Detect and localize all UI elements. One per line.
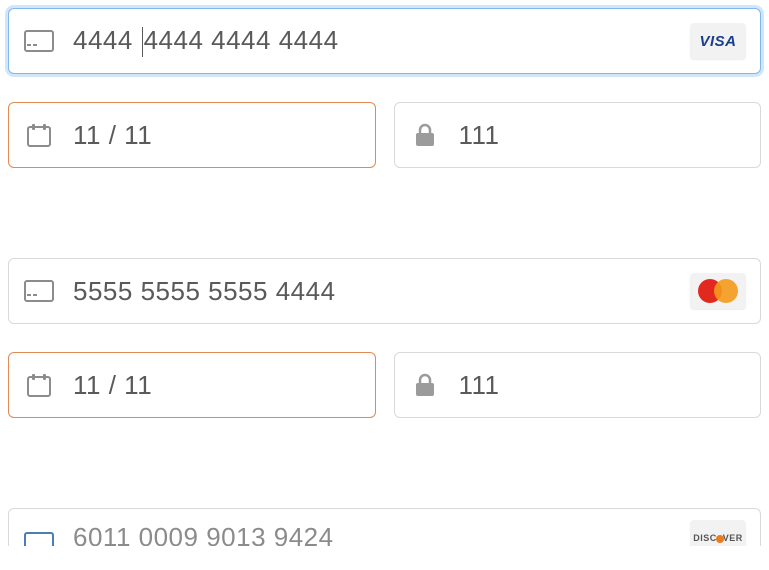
calendar-icon xyxy=(23,372,55,398)
expiry-value: 11 / 11 xyxy=(55,120,361,151)
card-number-field[interactable]: 4444 4444 4444 4444 VISA xyxy=(8,8,761,74)
cvc-value: 111 xyxy=(441,120,747,151)
calendar-icon xyxy=(23,122,55,148)
card-number-value: 4444 4444 4444 4444 xyxy=(55,25,690,57)
card-number-field[interactable]: 5555 5555 5555 4444 xyxy=(8,258,761,324)
cvc-field[interactable]: 111 xyxy=(394,352,762,418)
expiry-field[interactable]: 11 / 11 xyxy=(8,352,376,418)
card-icon xyxy=(23,532,55,546)
mastercard-icon xyxy=(698,279,738,303)
expiry-cvc-row: 11 / 11 111 xyxy=(8,352,761,418)
card-icon xyxy=(23,280,55,302)
expiry-field[interactable]: 11 / 11 xyxy=(8,102,376,168)
discover-icon: DISCVER xyxy=(693,533,743,543)
lock-icon xyxy=(409,372,441,398)
cvc-field[interactable]: 111 xyxy=(394,102,762,168)
text-cursor xyxy=(142,27,143,57)
expiry-value: 11 / 11 xyxy=(55,370,361,401)
visa-icon: VISA xyxy=(699,33,736,50)
card-brand-badge: VISA xyxy=(690,23,746,59)
card-number-value: 5555 5555 5555 4444 xyxy=(55,276,690,307)
card-number-value: 6011 0009 9013 9424 xyxy=(55,524,690,546)
card-number-field[interactable]: 6011 0009 9013 9424 DISCVER xyxy=(8,508,761,546)
card-brand-badge xyxy=(690,273,746,309)
payment-card-group: 6011 0009 9013 9424 DISCVER xyxy=(8,508,761,546)
card-icon xyxy=(23,30,55,52)
card-brand-badge: DISCVER xyxy=(690,520,746,546)
lock-icon xyxy=(409,122,441,148)
payment-card-group: 4444 4444 4444 4444 VISA 11 / 11 xyxy=(8,8,761,168)
cvc-value: 111 xyxy=(441,370,747,401)
payment-card-group: 5555 5555 5555 4444 11 / 11 xyxy=(8,258,761,418)
expiry-cvc-row: 11 / 11 111 xyxy=(8,102,761,168)
